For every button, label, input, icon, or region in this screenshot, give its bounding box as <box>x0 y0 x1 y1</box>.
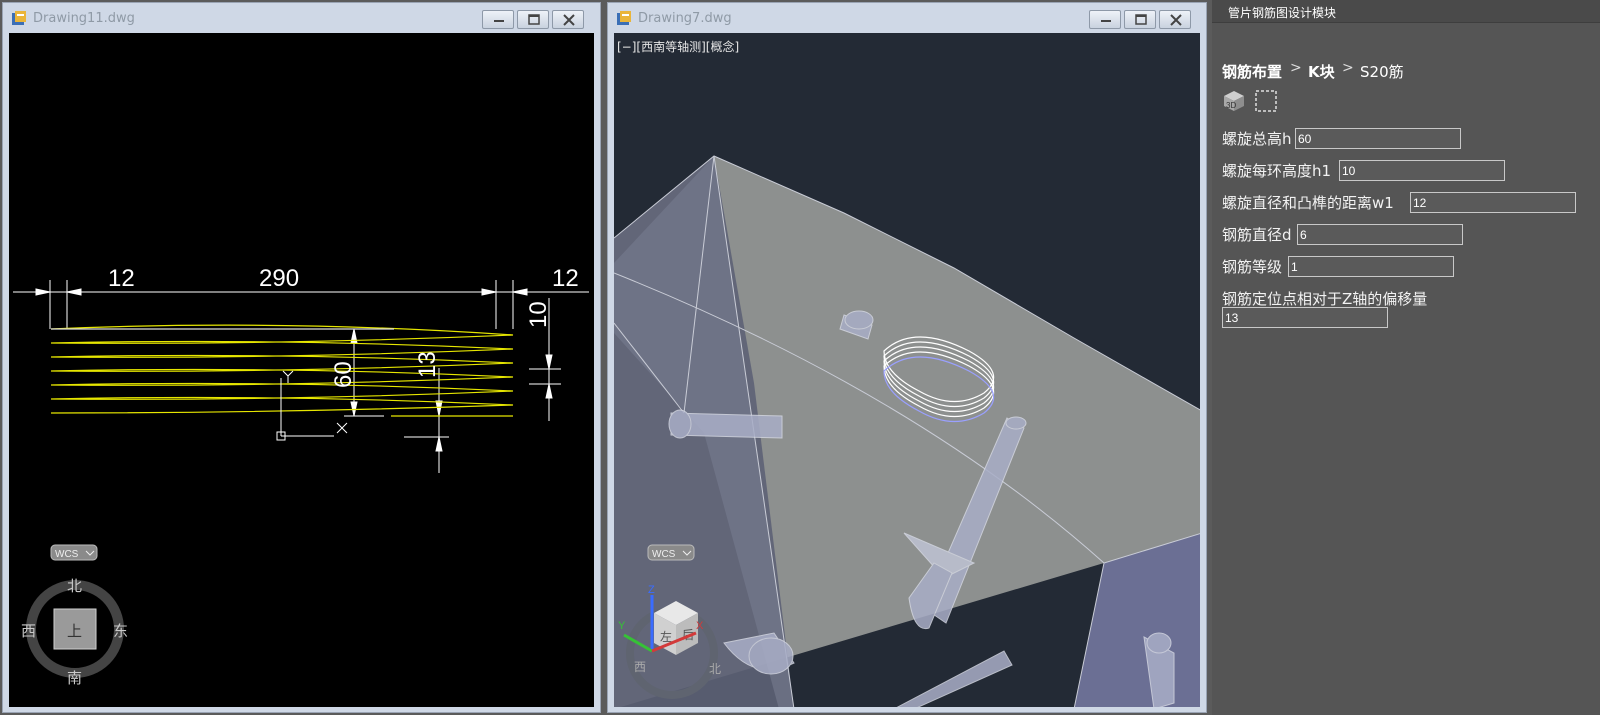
navigation-compass[interactable]: 北 南 西 东 上 <box>21 577 128 687</box>
breadcrumb-item-s20[interactable]: S20筋 <box>1360 61 1404 82</box>
drawing-canvas-2d[interactable]: 12 290 12 60 13 10 WCS 北 南 西 东 上 <box>9 33 594 707</box>
z-axis-offset-input[interactable] <box>1222 307 1388 328</box>
rebar-diameter-input[interactable] <box>1297 224 1463 245</box>
helix-total-height-input[interactable] <box>1295 128 1461 149</box>
model-viewport-3d[interactable]: [−][西南等轴测][概念] WCS 左 西 北 Z Y X <box>614 33 1200 707</box>
svg-text:Y: Y <box>618 620 626 632</box>
rebar-grade-input[interactable] <box>1288 256 1454 277</box>
field-label-helix-total-height: 螺旋总高h <box>1222 130 1292 148</box>
viewcube-face-front: 左 <box>660 629 672 644</box>
dashed-frame-icon[interactable] <box>1254 89 1278 113</box>
compass-east: 东 <box>113 622 128 640</box>
viewcube-west: 西 <box>634 660 646 674</box>
breadcrumb-item-rebar-layout[interactable]: 钢筋布置 <box>1222 61 1282 82</box>
dwg-file-icon <box>617 11 631 25</box>
cube-3d-icon[interactable]: 3D <box>1222 89 1246 113</box>
restore-icon <box>528 14 540 25</box>
field-label-helix-tenon-distance: 螺旋直径和凸榫的距离w1 <box>1222 194 1394 212</box>
rebar-design-panel: 管片钢筋图设计模块 钢筋布置 > K块 > S20筋 3D 螺旋总高h 螺旋每环… <box>1212 0 1600 715</box>
compass-west: 西 <box>21 622 36 640</box>
svg-text:Z: Z <box>648 584 655 596</box>
helix-tenon-distance-input[interactable] <box>1410 192 1576 213</box>
breadcrumb-item-k-block[interactable]: K块 <box>1308 61 1335 82</box>
svg-text:WCS: WCS <box>55 549 79 560</box>
minimize-icon <box>494 20 504 22</box>
minimize-button[interactable] <box>482 10 514 29</box>
drawing-window-1[interactable]: Drawing11.dwg 12 290 12 60 13 10 WCS 北 南… <box>2 2 601 713</box>
panel-title: 管片钢筋图设计模块 <box>1228 6 1337 20</box>
restore-button[interactable] <box>517 10 549 29</box>
window-title: Drawing7.dwg <box>638 11 732 26</box>
minimize-button[interactable] <box>1089 10 1121 29</box>
dim-text-h60: 60 <box>330 361 357 388</box>
dim-text-h10: 10 <box>525 301 552 328</box>
panel-titlebar[interactable]: 管片钢筋图设计模块 <box>1212 0 1600 23</box>
field-label-helix-ring-height: 螺旋每环高度h1 <box>1222 162 1332 180</box>
compass-south: 南 <box>67 669 82 687</box>
close-icon <box>563 14 575 26</box>
dim-text-right: 12 <box>552 265 579 292</box>
field-label-z-axis-offset: 钢筋定位点相对于Z轴的偏移量 <box>1222 290 1428 308</box>
field-label-rebar-grade: 钢筋等级 <box>1222 258 1283 276</box>
drawing-window-2[interactable]: Drawing7.dwg [−][西南等轴测][概念] WCS 左 西 北 Z … <box>607 2 1207 713</box>
breadcrumb-separator-icon: > <box>1342 60 1354 76</box>
window-title: Drawing11.dwg <box>33 11 135 26</box>
svg-text:WCS: WCS <box>652 549 676 560</box>
restore-icon <box>1135 14 1147 25</box>
helix-ring-height-input[interactable] <box>1339 160 1505 181</box>
close-button[interactable] <box>1159 10 1191 29</box>
dim-text-h13: 13 <box>414 351 441 378</box>
close-icon <box>1170 14 1182 26</box>
spiral-rebar-2d <box>50 324 514 417</box>
dim-text-middle: 290 <box>259 265 299 292</box>
close-button[interactable] <box>552 10 584 29</box>
dwg-file-icon <box>12 11 26 25</box>
svg-text:3D: 3D <box>1226 101 1236 110</box>
wcs-badge-2d[interactable]: WCS <box>50 544 98 561</box>
window-titlebar[interactable]: Drawing11.dwg <box>3 3 600 33</box>
breadcrumb-separator-icon: > <box>1290 60 1302 76</box>
restore-button[interactable] <box>1124 10 1156 29</box>
compass-center: 上 <box>67 622 82 640</box>
field-label-rebar-diameter: 钢筋直径d <box>1222 226 1292 244</box>
dim-text-left: 12 <box>108 265 135 292</box>
svg-text:X: X <box>696 620 704 632</box>
window-titlebar[interactable]: Drawing7.dwg <box>608 3 1206 33</box>
minimize-icon <box>1101 20 1111 22</box>
wcs-badge-3d[interactable]: WCS <box>647 544 695 561</box>
viewcube-north: 北 <box>709 662 721 676</box>
compass-north: 北 <box>67 577 82 595</box>
